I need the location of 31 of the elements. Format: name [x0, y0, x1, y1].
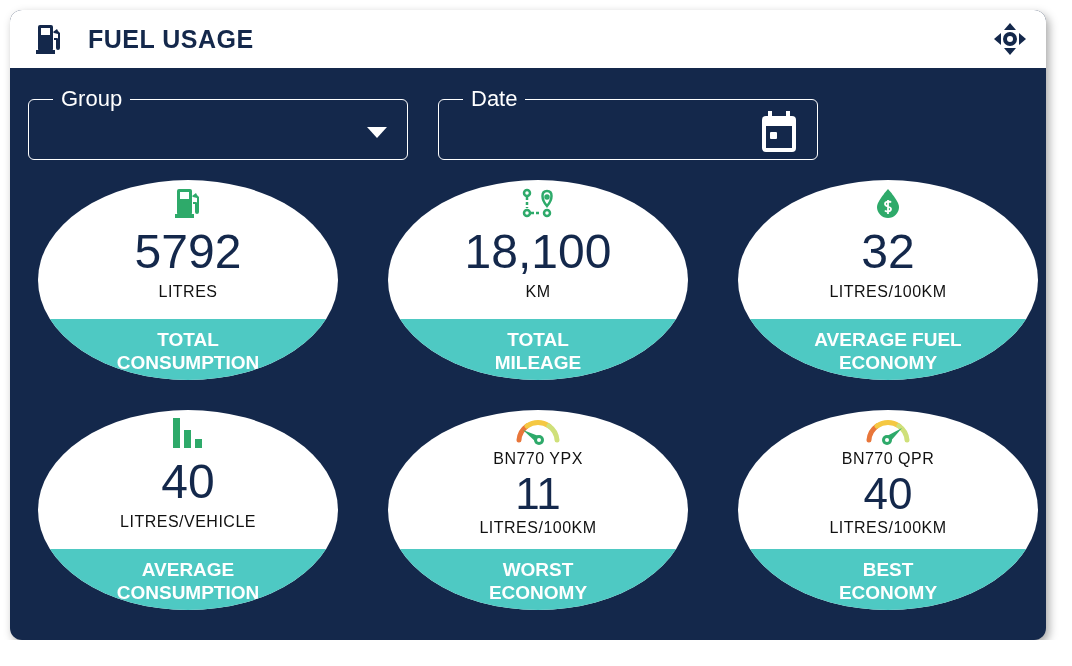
stat-unit: KM — [525, 282, 551, 302]
stat-value: 32 — [861, 224, 915, 280]
gauge-icon — [515, 418, 561, 446]
route-icon — [521, 188, 555, 218]
stat-caption: AVERAGE CONSUMPTION — [116, 558, 260, 604]
stat-value: 18,100 — [464, 224, 612, 280]
money-drop-icon — [875, 188, 901, 218]
stat-caption: TOTAL MILEAGE — [494, 328, 582, 374]
stat-value: 5792 — [134, 224, 242, 280]
calendar-icon — [761, 110, 797, 153]
stat-value: 40 — [863, 470, 913, 518]
stat-value: 11 — [515, 470, 561, 518]
stat-caption: BEST ECONOMY — [838, 558, 938, 604]
stat-value: 40 — [161, 454, 215, 510]
dropdown-arrow-icon — [367, 127, 387, 138]
gauge-icon — [865, 418, 911, 446]
bar-chart-icon — [173, 418, 203, 448]
stat-unit: LITRES — [158, 282, 218, 302]
stat-caption: WORST ECONOMY — [488, 558, 588, 604]
stat-unit: LITRES/100KM — [829, 518, 947, 538]
stat-caption: TOTAL CONSUMPTION — [116, 328, 260, 374]
card-title: FUEL USAGE — [88, 24, 255, 54]
fuel-pump-icon — [36, 24, 62, 54]
fuel-pump-icon — [175, 188, 201, 218]
stat-unit: LITRES/VEHICLE — [120, 512, 256, 532]
stat-unit: LITRES/100KM — [479, 518, 597, 538]
move-icon[interactable] — [994, 23, 1026, 55]
stat-unit: LITRES/100KM — [829, 282, 947, 302]
vehicle-plate: BN770 YPX — [493, 450, 583, 468]
stat-caption: AVERAGE FUEL ECONOMY — [814, 328, 962, 374]
vehicle-plate: BN770 QPR — [841, 450, 935, 468]
